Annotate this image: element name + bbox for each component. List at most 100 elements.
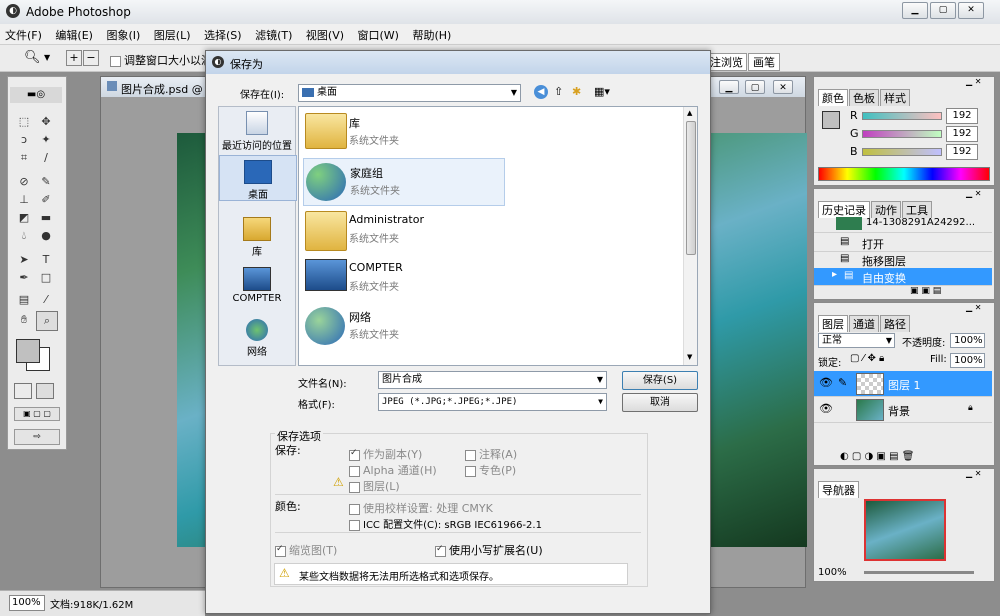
- document-maximize-button[interactable]: ▢: [745, 80, 765, 94]
- layer-row-active[interactable]: 👁︎ ✎ 图层 1: [814, 371, 992, 397]
- r-channel-slider[interactable]: [862, 112, 942, 120]
- menu-view[interactable]: 视图(V): [301, 24, 349, 46]
- history-item-active[interactable]: ▸ ▤ 自由变换: [814, 268, 992, 286]
- brushes-tab[interactable]: 画笔: [748, 53, 780, 71]
- dropdown-arrow-icon[interactable]: ▼: [44, 53, 50, 62]
- brush-tool-icon[interactable]: ✎: [36, 173, 56, 191]
- eye-icon[interactable]: 👁︎: [819, 376, 833, 389]
- place-recent[interactable]: 最近访问的位置: [219, 111, 295, 152]
- b-channel-slider[interactable]: [862, 148, 942, 156]
- new-folder-icon[interactable]: ✱: [572, 85, 581, 98]
- menu-layer[interactable]: 图层(L): [149, 24, 196, 46]
- vertical-scrollbar[interactable]: ▲ ▼: [683, 107, 697, 365]
- view-menu-icon[interactable]: ▦▾: [594, 85, 610, 98]
- history-item[interactable]: ▤ 拖移图层: [814, 251, 992, 269]
- marquee-tool-icon[interactable]: ⬚: [14, 113, 34, 131]
- zoom-level-field[interactable]: 100%: [9, 595, 45, 611]
- panel-close-icon[interactable]: ▁ ✕: [966, 469, 981, 478]
- history-brush-tool-icon[interactable]: ✐: [36, 191, 56, 209]
- up-folder-icon[interactable]: ⇧: [554, 85, 563, 98]
- menu-edit[interactable]: 编辑(E): [50, 24, 98, 46]
- history-footer-icons[interactable]: ▣ ▣ ▤: [910, 286, 941, 296]
- menu-image[interactable]: 图象(I): [101, 24, 145, 46]
- magic-wand-tool-icon[interactable]: ✦: [36, 131, 56, 149]
- list-item[interactable]: Administrator 系统文件夹: [303, 207, 503, 253]
- scroll-up-icon[interactable]: ▲: [687, 109, 692, 117]
- list-item[interactable]: 库 系统文件夹: [303, 109, 503, 155]
- lasso-tool-icon[interactable]: ↄ: [14, 131, 34, 149]
- minimize-button[interactable]: ▁: [902, 2, 928, 19]
- menu-select[interactable]: 选择(S): [199, 24, 247, 46]
- zoom-out-icon[interactable]: −: [83, 50, 99, 66]
- blend-mode-select[interactable]: 正常 ▼: [818, 333, 895, 348]
- zoom-in-icon[interactable]: +: [66, 50, 82, 66]
- tab-color[interactable]: 颜色: [818, 89, 848, 106]
- opacity-field[interactable]: 100%: [950, 333, 985, 348]
- healing-brush-tool-icon[interactable]: ⊘: [14, 173, 34, 191]
- scrollbar-thumb[interactable]: [686, 121, 696, 255]
- crop-tool-icon[interactable]: ⌗: [14, 149, 34, 167]
- b-channel-field[interactable]: 192: [946, 144, 978, 160]
- foreground-color-swatch[interactable]: [16, 339, 40, 363]
- dodge-tool-icon[interactable]: ●: [36, 227, 56, 245]
- zoom-tool-icon[interactable]: 🔍︎: [24, 50, 41, 65]
- move-tool-icon[interactable]: ✥: [36, 113, 56, 131]
- gradient-tool-icon[interactable]: ▬: [36, 209, 56, 227]
- pen-tool-icon[interactable]: ✒: [14, 269, 34, 287]
- tab-navigator[interactable]: 导航器: [818, 481, 859, 498]
- eye-icon[interactable]: 👁︎: [819, 402, 833, 415]
- navigator-preview[interactable]: [864, 499, 946, 561]
- zoom-tool-icon[interactable]: ⌕: [36, 311, 58, 331]
- screen-mode-icons[interactable]: ▣ ▢ ▢: [14, 407, 60, 421]
- close-button[interactable]: ✕: [958, 2, 984, 19]
- menu-window[interactable]: 窗口(W): [353, 24, 404, 46]
- maximize-button[interactable]: ▢: [930, 2, 956, 19]
- tab-swatches[interactable]: 色板: [849, 89, 879, 106]
- list-item[interactable]: 网络 系统文件夹: [303, 303, 503, 349]
- save-in-select[interactable]: 桌面 ▼: [298, 84, 521, 102]
- menu-help[interactable]: 帮助(H): [407, 24, 456, 46]
- place-libraries[interactable]: 库: [219, 217, 295, 258]
- hand-tool-icon[interactable]: ✋︎: [14, 311, 34, 329]
- spot-colors-checkbox[interactable]: 专色(P): [465, 462, 516, 478]
- lowercase-ext-checkbox[interactable]: 使用小写扩展名(U): [435, 542, 543, 558]
- panel-close-icon[interactable]: ▁ ✕: [966, 77, 981, 86]
- notes-tool-icon[interactable]: ▤: [14, 291, 34, 309]
- jump-to-imageready-icon[interactable]: ⇨: [14, 429, 60, 445]
- file-browser-tab[interactable]: 注浏览: [706, 53, 747, 71]
- navigator-zoom-value[interactable]: 100%: [818, 567, 847, 578]
- save-button[interactable]: 保存(S): [622, 371, 698, 390]
- history-item[interactable]: ▤ 打开: [814, 234, 992, 252]
- eraser-tool-icon[interactable]: ◩: [14, 209, 34, 227]
- lock-icons[interactable]: ▢ ⁄ ✥ 🔒︎: [850, 353, 884, 364]
- panel-close-icon[interactable]: ▁ ✕: [966, 303, 981, 312]
- menu-filter[interactable]: 滤镜(T): [250, 24, 297, 46]
- quick-mask-icon[interactable]: [36, 383, 54, 399]
- eyedropper-tool-icon[interactable]: ⁄: [36, 291, 56, 309]
- icc-profile-checkbox[interactable]: ICC 配置文件(C): sRGB IEC61966-2.1: [349, 516, 542, 531]
- g-channel-slider[interactable]: [862, 130, 942, 138]
- fg-bg-swatch[interactable]: [822, 111, 840, 129]
- shape-tool-icon[interactable]: □: [36, 269, 56, 287]
- tab-paths[interactable]: 路径: [880, 315, 910, 332]
- filename-input[interactable]: 图片合成 ▼: [378, 371, 607, 389]
- fill-field[interactable]: 100%: [950, 353, 985, 368]
- list-item[interactable]: COMPTER 系统文件夹: [303, 255, 503, 301]
- place-desktop-active[interactable]: 桌面: [219, 155, 297, 201]
- place-computer[interactable]: COMPTER: [219, 267, 295, 304]
- tab-styles[interactable]: 样式: [880, 89, 910, 106]
- tab-channels[interactable]: 通道: [849, 315, 879, 332]
- navigator-zoom-slider[interactable]: [864, 571, 974, 574]
- alpha-channels-checkbox[interactable]: Alpha 通道(H): [349, 462, 437, 478]
- tab-layers[interactable]: 图层: [818, 315, 848, 332]
- blur-tool-icon[interactable]: 💧︎: [14, 227, 34, 245]
- format-select[interactable]: JPEG (*.JPG;*.JPEG;*.JPE) ▼: [378, 393, 607, 411]
- place-network[interactable]: 网络: [219, 319, 295, 358]
- standard-mode-icon[interactable]: [14, 383, 32, 399]
- panel-close-icon[interactable]: ▁ ✕: [966, 189, 981, 198]
- list-item-selected[interactable]: 家庭组 系统文件夹: [303, 158, 505, 206]
- back-icon[interactable]: ◀: [534, 85, 548, 99]
- use-proof-checkbox[interactable]: 使用校样设置: 处理 CMYK: [349, 500, 493, 516]
- as-copy-checkbox[interactable]: 作为副本(Y): [349, 446, 422, 462]
- type-tool-icon[interactable]: T: [36, 251, 56, 269]
